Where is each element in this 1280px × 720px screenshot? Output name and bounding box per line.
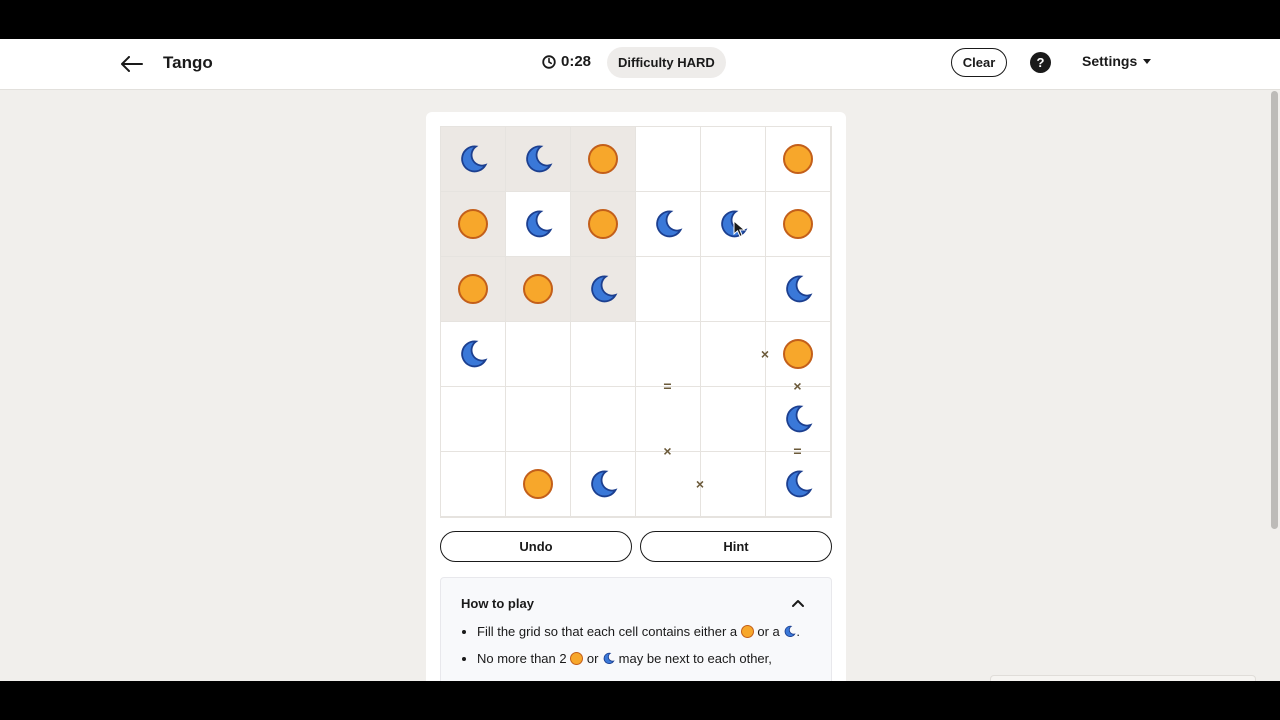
game-title: Tango: [163, 53, 213, 72]
rule-item: Fill the grid so that each cell contains…: [477, 623, 811, 640]
moon-icon: [591, 275, 618, 303]
hint-button[interactable]: Hint: [640, 531, 832, 562]
grid-cell-r1c1[interactable]: [441, 127, 506, 192]
sun-icon: [523, 274, 553, 304]
sun-icon: [783, 339, 813, 369]
moon-icon: [721, 210, 748, 238]
sun-icon: [740, 625, 754, 638]
clear-button[interactable]: Clear: [951, 48, 1007, 77]
grid-cell-r4c4[interactable]: [636, 322, 701, 387]
difficulty-badge: Difficulty HARD: [607, 47, 726, 78]
settings-dropdown[interactable]: Settings: [1082, 53, 1152, 69]
moon-icon: [785, 625, 797, 638]
rule-text: .: [796, 624, 801, 639]
rule-item: No more than 2 or may be next to each ot…: [477, 650, 811, 667]
sun-icon: [783, 209, 813, 239]
grid-cell-r2c4[interactable]: [636, 192, 701, 257]
moon-icon: [526, 145, 553, 173]
top-bar: Tango 0:28 Difficulty HARD Clear ? Setti…: [0, 39, 1280, 90]
grid-cell-r5c6[interactable]: [766, 387, 831, 452]
letterbox-bottom: [0, 681, 1280, 720]
sun-icon: [458, 209, 488, 239]
rule-text: or: [586, 651, 599, 666]
sun-icon: [783, 144, 813, 174]
grid-cell-r6c5[interactable]: [701, 452, 766, 517]
grid-cell-r3c3[interactable]: [571, 257, 636, 322]
moon-icon: [526, 210, 553, 238]
grid-cell-r2c5[interactable]: [701, 192, 766, 257]
timer: 0:28: [542, 53, 591, 70]
grid-cell-r6c6[interactable]: [766, 452, 831, 517]
grid-cell-r4c1[interactable]: [441, 322, 506, 387]
moon-icon: [603, 652, 615, 665]
sun-icon: [458, 274, 488, 304]
grid-cell-r5c2[interactable]: [506, 387, 571, 452]
grid-cell-r3c5[interactable]: [701, 257, 766, 322]
settings-label: Settings: [1082, 53, 1138, 69]
sun-icon: [523, 469, 553, 499]
grid-cell-r6c4[interactable]: [636, 452, 701, 517]
grid-cell-r4c3[interactable]: [571, 322, 636, 387]
rule-text: or a: [757, 624, 780, 639]
letterbox-top: [0, 0, 1280, 39]
moon-icon: [461, 340, 488, 368]
how-to-play-section: How to play Fill the grid so that each c…: [440, 577, 832, 681]
rule-text: No more than 2: [477, 651, 567, 666]
grid-cell-r5c4[interactable]: [636, 387, 701, 452]
back-button[interactable]: [118, 51, 146, 77]
moon-icon: [591, 470, 618, 498]
moon-icon: [786, 275, 813, 303]
sun-icon: [588, 209, 618, 239]
grid-cell-r3c2[interactable]: [506, 257, 571, 322]
sun-icon: [570, 652, 584, 665]
timer-value: 0:28: [561, 53, 592, 70]
grid-cell-r3c6[interactable]: [766, 257, 831, 322]
grid-cell-r2c6[interactable]: [766, 192, 831, 257]
grid-cell-r2c3[interactable]: [571, 192, 636, 257]
game-viewport: Tango 0:28 Difficulty HARD Clear ? Setti…: [0, 39, 1280, 681]
rule-text: may be next to each other,: [618, 651, 772, 666]
action-buttons: Undo Hint: [440, 531, 832, 562]
rule-text: Fill the grid so that each cell contains…: [477, 624, 738, 639]
grid-cell-r1c3[interactable]: [571, 127, 636, 192]
moon-icon: [786, 405, 813, 433]
moon-icon: [786, 470, 813, 498]
page-scrollbar[interactable]: [1271, 91, 1278, 529]
undo-button[interactable]: Undo: [440, 531, 632, 562]
grid-cell-r6c2[interactable]: [506, 452, 571, 517]
grid-cell-r5c1[interactable]: [441, 387, 506, 452]
chevron-down-icon: [1143, 58, 1152, 64]
grid-cell-r6c1[interactable]: [441, 452, 506, 517]
how-to-play-title: How to play: [461, 596, 534, 611]
grid-cell-r3c4[interactable]: [636, 257, 701, 322]
sun-icon: [588, 144, 618, 174]
chevron-up-icon[interactable]: [791, 598, 805, 608]
help-icon[interactable]: ?: [1030, 52, 1051, 73]
grid-cell-r6c3[interactable]: [571, 452, 636, 517]
arrow-left-icon: [121, 56, 143, 72]
grid-cell-r4c5[interactable]: [701, 322, 766, 387]
grid-cell-r1c2[interactable]: [506, 127, 571, 192]
rules-list: Fill the grid so that each cell contains…: [461, 623, 811, 667]
grid-cell-r2c1[interactable]: [441, 192, 506, 257]
moon-icon: [461, 145, 488, 173]
grid-cell-r5c5[interactable]: [701, 387, 766, 452]
game-panel: ×=××=× Undo Hint How to play Fill the gr…: [426, 112, 846, 681]
grid-cell-r2c2[interactable]: [506, 192, 571, 257]
grid-cell-r5c3[interactable]: [571, 387, 636, 452]
moon-icon: [656, 210, 683, 238]
puzzle-grid: [440, 126, 832, 518]
grid-cell-r1c4[interactable]: [636, 127, 701, 192]
grid-cell-r3c1[interactable]: [441, 257, 506, 322]
grid-cell-r1c6[interactable]: [766, 127, 831, 192]
grid-cell-r4c6[interactable]: [766, 322, 831, 387]
grid-cell-r1c5[interactable]: [701, 127, 766, 192]
grid-cell-r4c2[interactable]: [506, 322, 571, 387]
clock-icon: [542, 54, 556, 69]
